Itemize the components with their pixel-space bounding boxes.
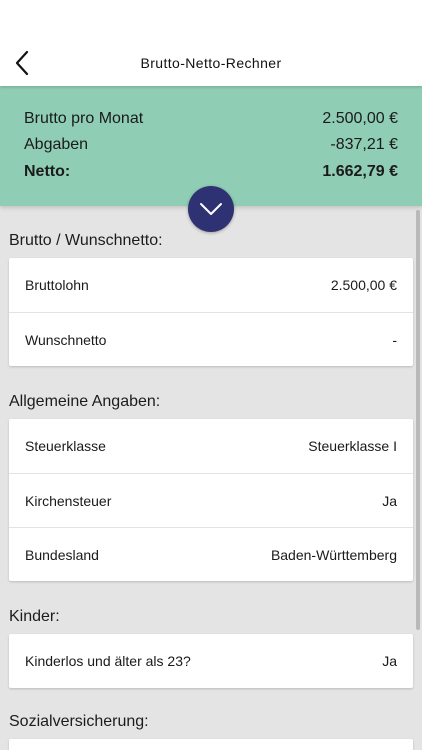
row-kirchensteuer[interactable]: Kirchensteuer Ja (9, 473, 413, 527)
row-label: Kirchensteuer (25, 492, 112, 509)
row-label: Kinderlos und älter als 23? (25, 653, 191, 669)
summary-row-abgaben: Abgaben -837,21 € (24, 136, 398, 154)
section-title-brutto: Brutto / Wunschnetto: (9, 232, 163, 249)
row-value: Ja (382, 653, 397, 669)
summary-row-netto: Netto: 1.662,79 € (24, 163, 398, 181)
scrollbar[interactable] (416, 210, 420, 630)
row-label: Bruttolohn (25, 277, 89, 293)
brutto-value: 2.500,00 € (322, 110, 398, 127)
row-value: Baden-Württemberg (270, 546, 397, 563)
row-bruttolohn[interactable]: Bruttolohn 2.500,00 € (9, 258, 413, 312)
row-value: - (392, 331, 397, 348)
brutto-label: Brutto pro Monat (24, 110, 144, 127)
row-label: Steuerklasse (25, 438, 106, 454)
page-title: Brutto-Netto-Rechner (140, 55, 282, 71)
row-value: Ja (382, 492, 397, 509)
card-kinder: Kinderlos und älter als 23? Ja (9, 634, 413, 688)
abgaben-label: Abgaben (24, 136, 89, 153)
card-sozialversicherung (9, 739, 413, 750)
summary-row-brutto: Brutto pro Monat 2.500,00 € (24, 110, 398, 128)
expand-details-button[interactable] (188, 186, 234, 232)
section-title-kinder: Kinder: (9, 608, 60, 625)
row-value: 2.500,00 € (330, 277, 397, 293)
row-label: Wunschnetto (25, 331, 107, 348)
row-wunschnetto[interactable]: Wunschnetto - (9, 312, 413, 366)
card-brutto: Bruttolohn 2.500,00 € Wunschnetto - (9, 258, 413, 366)
row-kinderlos[interactable]: Kinderlos und älter als 23? Ja (9, 634, 413, 688)
card-allgemein: Steuerklasse Steuerklasse I Kirchensteue… (9, 419, 413, 581)
row-steuerklasse[interactable]: Steuerklasse Steuerklasse I (9, 419, 413, 473)
netto-label: Netto: (24, 163, 71, 180)
row-value: Steuerklasse I (308, 438, 397, 454)
row-bundesland[interactable]: Bundesland Baden-Württemberg (9, 527, 413, 581)
row-label: Bundesland (25, 546, 99, 563)
section-title-allgemein: Allgemeine Angaben: (9, 393, 161, 410)
netto-value: 1.662,79 € (322, 163, 398, 180)
abgaben-value: -837,21 € (330, 136, 398, 153)
chevron-down-icon (200, 203, 222, 215)
navigation-bar: Brutto-Netto-Rechner (0, 0, 422, 86)
section-title-sozialversicherung: Sozialversicherung: (9, 713, 149, 730)
form-content: Brutto / Wunschnetto: Bruttolohn 2.500,0… (0, 206, 422, 750)
